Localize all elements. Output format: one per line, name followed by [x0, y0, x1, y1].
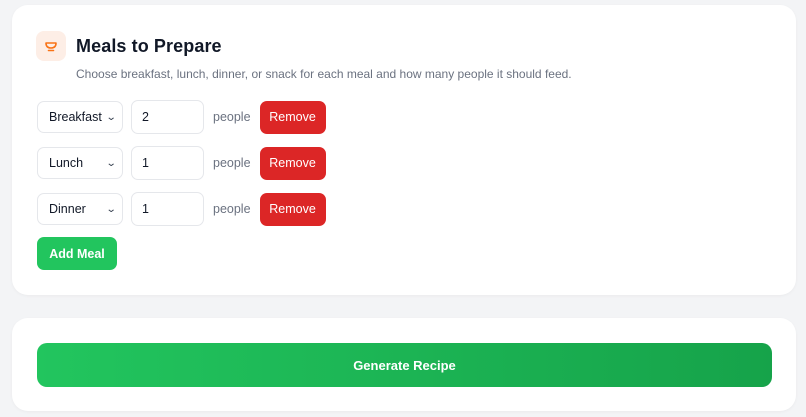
meal-type-value: Breakfast	[49, 110, 102, 124]
meals-card: Meals to Prepare Choose breakfast, lunch…	[12, 5, 796, 295]
bowl-icon	[36, 31, 66, 61]
meal-type-value: Lunch	[49, 156, 84, 170]
meal-type-select[interactable]: Lunch ⌄	[37, 147, 123, 179]
add-meal-button[interactable]: Add Meal	[37, 237, 117, 270]
people-label: people	[213, 202, 251, 216]
meal-row: Lunch ⌄ 1 people Remove	[37, 146, 326, 180]
people-label: people	[213, 156, 251, 170]
chevron-down-icon: ⌄	[105, 111, 117, 123]
meal-type-value: Dinner	[49, 202, 86, 216]
chevron-down-icon: ⌄	[105, 157, 117, 169]
remove-meal-button[interactable]: Remove	[259, 146, 326, 180]
meal-row: Dinner ⌄ 1 people Remove	[37, 192, 326, 226]
remove-meal-button[interactable]: Remove	[259, 100, 326, 134]
meals-description: Choose breakfast, lunch, dinner, or snac…	[76, 67, 572, 81]
chevron-down-icon: ⌄	[105, 203, 117, 215]
meals-header: Meals to Prepare	[36, 31, 222, 61]
meal-type-select[interactable]: Dinner ⌄	[37, 193, 123, 225]
generate-recipe-button[interactable]: Generate Recipe	[37, 343, 772, 387]
people-label: people	[213, 110, 251, 124]
people-count-input[interactable]: 1	[131, 192, 204, 226]
meal-type-select[interactable]: Breakfast ⌄	[37, 101, 123, 133]
people-count-input[interactable]: 1	[131, 146, 204, 180]
remove-meal-button[interactable]: Remove	[259, 192, 326, 226]
page-title: Meals to Prepare	[76, 35, 222, 56]
meal-row: Breakfast ⌄ 2 people Remove	[37, 100, 326, 134]
generate-card: Generate Recipe	[12, 318, 796, 411]
people-count-input[interactable]: 2	[131, 100, 204, 134]
